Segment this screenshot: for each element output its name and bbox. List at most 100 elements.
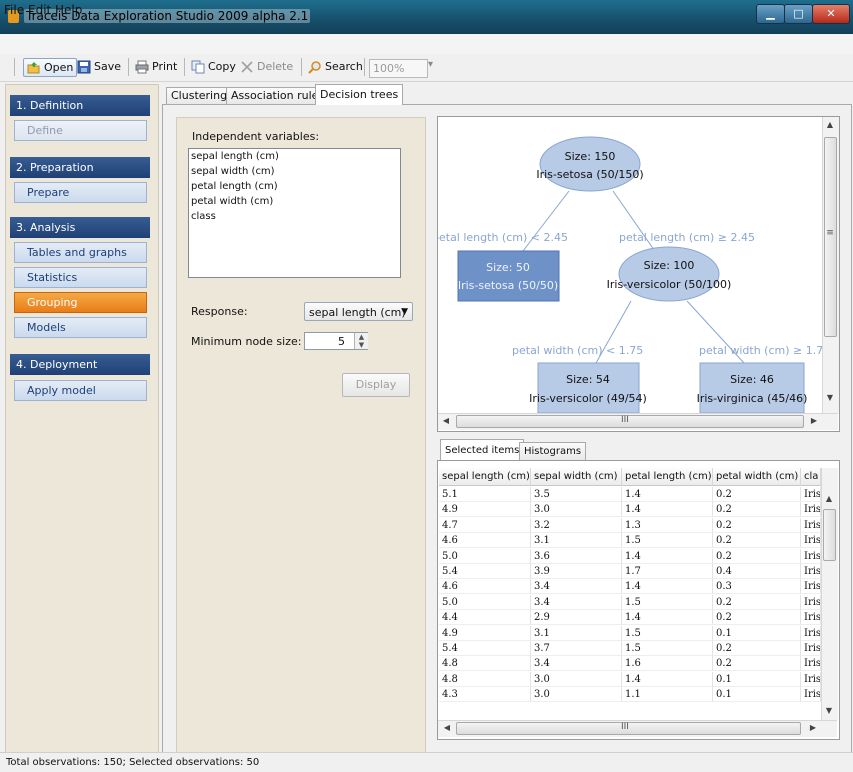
- list-item[interactable]: petal width (cm): [191, 196, 273, 207]
- nav-item-grouping[interactable]: Grouping: [14, 292, 147, 313]
- decision-tree-panel[interactable]: Size: 150 Iris-setosa (50/150) petal len…: [437, 116, 840, 432]
- scroll-right-arrow-icon[interactable]: ▶: [809, 416, 819, 425]
- tab-histograms[interactable]: Histograms: [519, 442, 587, 460]
- table-cell[interactable]: Iris: [801, 671, 821, 687]
- table-cell[interactable]: 5.4: [439, 641, 531, 656]
- table-cell[interactable]: 4.9: [439, 502, 531, 518]
- table-cell[interactable]: 4.9: [439, 625, 531, 641]
- table-cell[interactable]: 3.6: [531, 548, 622, 564]
- search-button[interactable]: Search: [308, 58, 363, 75]
- list-item[interactable]: sepal width (cm): [191, 166, 275, 177]
- spinner-arrows-icon[interactable]: ▲ ▼: [354, 333, 368, 349]
- table-cell[interactable]: Iris: [801, 687, 821, 703]
- scroll-up-arrow-icon[interactable]: ▲: [824, 120, 836, 129]
- table-cell[interactable]: 3.7: [531, 641, 622, 656]
- menu-help[interactable]: Help: [55, 3, 82, 17]
- table-cell[interactable]: 0.3: [713, 579, 801, 595]
- table-cell[interactable]: 4.4: [439, 610, 531, 626]
- table-cell[interactable]: Iris: [801, 564, 821, 579]
- scroll-down-arrow-icon[interactable]: ▼: [823, 706, 835, 715]
- table-cell[interactable]: Iris: [801, 502, 821, 518]
- table-cell[interactable]: 4.6: [439, 579, 531, 595]
- table-cell[interactable]: 1.5: [622, 594, 713, 610]
- table-cell[interactable]: 3.1: [531, 533, 622, 549]
- table-cell[interactable]: Iris: [801, 533, 821, 549]
- table-cell[interactable]: 1.4: [622, 671, 713, 687]
- maximize-button[interactable]: □: [784, 4, 813, 24]
- table-vertical-scrollbar[interactable]: [821, 468, 838, 720]
- decision-tree-canvas[interactable]: Size: 150 Iris-setosa (50/150) petal len…: [438, 117, 822, 413]
- table-cell[interactable]: 1.5: [622, 641, 713, 656]
- tab-selected-items[interactable]: Selected items: [440, 439, 525, 461]
- table-cell[interactable]: 0.2: [713, 502, 801, 518]
- copy-button[interactable]: Copy: [191, 58, 236, 75]
- menu-edit[interactable]: Edit: [28, 3, 51, 17]
- table-cell[interactable]: 0.2: [713, 548, 801, 564]
- tree-node-right-right[interactable]: [699, 362, 805, 413]
- minimize-button[interactable]: ▁: [756, 4, 785, 24]
- table-column-header[interactable]: sepal width (cm): [531, 468, 622, 486]
- table-cell[interactable]: 0.4: [713, 564, 801, 579]
- scroll-down-arrow-icon[interactable]: ▼: [824, 393, 836, 402]
- table-cell[interactable]: 1.6: [622, 656, 713, 672]
- delete-button[interactable]: Delete: [240, 58, 293, 75]
- table-cell[interactable]: 3.0: [531, 502, 622, 518]
- nav-item-define[interactable]: Define: [14, 120, 147, 141]
- table-cell[interactable]: Iris: [801, 487, 821, 502]
- display-button[interactable]: Display: [342, 373, 410, 397]
- zoom-combo[interactable]: 100%: [369, 59, 428, 78]
- table-cell[interactable]: Iris: [801, 517, 821, 533]
- save-button[interactable]: Save: [77, 58, 121, 75]
- table-cell[interactable]: 1.4: [622, 502, 713, 518]
- table-cell[interactable]: 1.4: [622, 548, 713, 564]
- nav-item-models[interactable]: Models: [14, 317, 147, 338]
- table-cell[interactable]: 0.1: [713, 625, 801, 641]
- table-cell[interactable]: 0.2: [713, 656, 801, 672]
- table-cell[interactable]: 0.1: [713, 671, 801, 687]
- table-cell[interactable]: 3.1: [531, 625, 622, 641]
- nav-item-prepare[interactable]: Prepare: [14, 182, 147, 203]
- print-button[interactable]: Print: [135, 58, 177, 75]
- table-cell[interactable]: 5.1: [439, 487, 531, 502]
- table-cell[interactable]: 0.2: [713, 517, 801, 533]
- table-cell[interactable]: Iris: [801, 625, 821, 641]
- menu-file[interactable]: File: [4, 3, 24, 17]
- table-column-header[interactable]: sepal length (cm): [439, 468, 531, 486]
- table-cell[interactable]: Iris: [801, 579, 821, 595]
- table-cell[interactable]: 0.2: [713, 487, 801, 502]
- tree-node-right[interactable]: [618, 246, 720, 302]
- table-cell[interactable]: 0.2: [713, 610, 801, 626]
- table-cell[interactable]: 1.5: [622, 625, 713, 641]
- table-vscroll-thumb[interactable]: [823, 509, 836, 561]
- tree-hscroll-thumb[interactable]: [456, 415, 804, 428]
- table-cell[interactable]: 1.1: [622, 687, 713, 703]
- tree-node-root[interactable]: [539, 136, 641, 192]
- table-cell[interactable]: 4.3: [439, 687, 531, 703]
- table-cell[interactable]: 3.5: [531, 487, 622, 502]
- nav-item-apply-model[interactable]: Apply model: [14, 380, 147, 401]
- table-column-header[interactable]: petal width (cm): [713, 468, 801, 486]
- table-cell[interactable]: Iris: [801, 548, 821, 564]
- table-cell[interactable]: 1.5: [622, 533, 713, 549]
- tree-node-right-left[interactable]: [537, 362, 640, 413]
- list-item[interactable]: sepal length (cm): [191, 151, 279, 162]
- table-cell[interactable]: 3.4: [531, 594, 622, 610]
- table-cell[interactable]: 0.2: [713, 641, 801, 656]
- table-cell[interactable]: 3.9: [531, 564, 622, 579]
- tab-clustering[interactable]: Clustering: [166, 87, 233, 104]
- nav-item-statistics[interactable]: Statistics: [14, 267, 147, 288]
- table-cell[interactable]: 1.4: [622, 579, 713, 595]
- table-cell[interactable]: Iris: [801, 656, 821, 672]
- tab-association-rules[interactable]: Association rules: [226, 87, 330, 104]
- table-cell[interactable]: Iris: [801, 594, 821, 610]
- table-cell[interactable]: 1.4: [622, 610, 713, 626]
- table-cell[interactable]: 0.2: [713, 533, 801, 549]
- scroll-left-arrow-icon[interactable]: ◀: [442, 723, 452, 732]
- response-select[interactable]: sepal length (cm) ▼: [304, 302, 413, 321]
- chevron-down-icon[interactable]: ▾: [428, 59, 433, 70]
- table-column-header[interactable]: petal length (cm): [622, 468, 713, 486]
- table-cell[interactable]: 0.1: [713, 687, 801, 703]
- table-cell[interactable]: 1.7: [622, 564, 713, 579]
- table-cell[interactable]: 2.9: [531, 610, 622, 626]
- table-cell[interactable]: 3.2: [531, 517, 622, 533]
